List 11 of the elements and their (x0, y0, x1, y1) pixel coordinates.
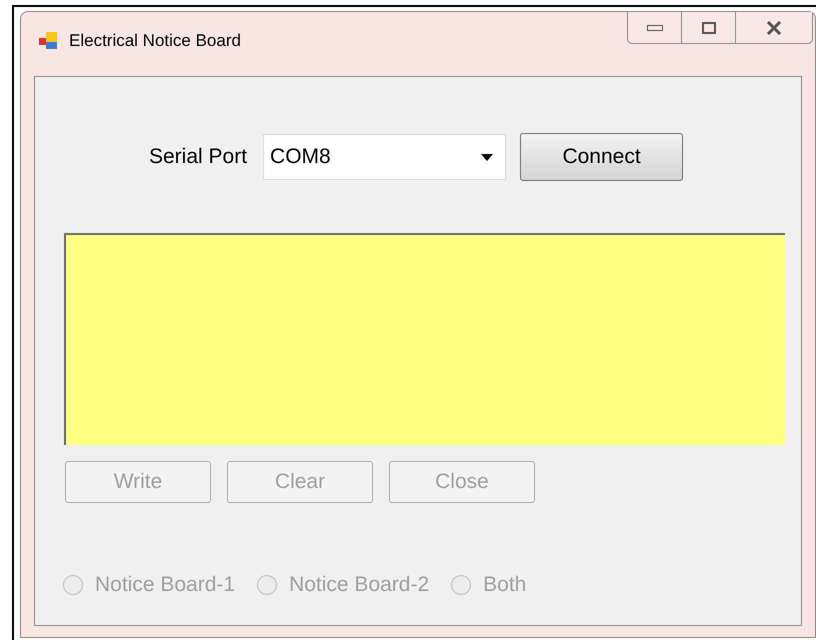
dropdown-caret-icon (481, 154, 494, 160)
message-box[interactable] (64, 233, 785, 445)
radio-label: Both (483, 572, 526, 598)
serial-port-label: Serial Port (149, 144, 248, 170)
window-title: Electrical Notice Board (69, 30, 241, 52)
app-icon (39, 30, 59, 51)
radio-label: Notice Board-2 (289, 572, 430, 598)
close-icon (766, 20, 782, 34)
radio-label: Notice Board-1 (95, 572, 236, 598)
serial-port-dropdown[interactable]: COM8 (263, 134, 506, 180)
push-button[interactable]: Connect (520, 133, 684, 181)
